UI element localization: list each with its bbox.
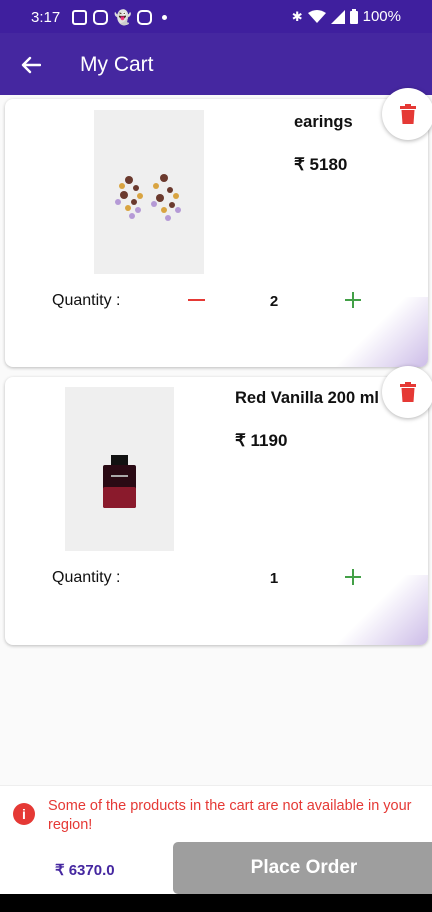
cart-item-card: Red Vanilla 200 ml ₹ 1190 Quantity : 1	[5, 377, 428, 645]
wifi-icon	[307, 9, 326, 23]
trash-icon	[400, 382, 416, 402]
page-title: My Cart	[80, 53, 154, 76]
quantity-value: 1	[269, 570, 279, 587]
trash-icon	[400, 104, 416, 124]
battery-icon	[349, 9, 358, 24]
status-bar: 3:17 👻 ✱ 100%	[0, 0, 432, 33]
checkout-panel: i Some of the products in the cart are n…	[0, 785, 432, 912]
quantity-label: Quantity :	[52, 292, 121, 309]
product-price: ₹ 1190	[235, 431, 288, 450]
system-nav-bar	[0, 894, 432, 912]
perfume-bottle-product-image	[103, 455, 136, 508]
battery-percent: 100%	[362, 8, 401, 25]
signal-icon	[330, 9, 345, 24]
place-order-button[interactable]: Place Order	[173, 842, 432, 894]
minus-icon	[187, 299, 205, 301]
product-image[interactable]	[94, 110, 204, 274]
instagram-icon	[137, 10, 153, 25]
news-icon	[72, 10, 87, 25]
increase-quantity-button[interactable]	[342, 566, 364, 588]
product-image[interactable]	[65, 387, 174, 551]
notification-icons: 👻	[72, 9, 168, 26]
decrease-quantity-button[interactable]	[185, 290, 207, 310]
app-bar: My Cart	[0, 33, 432, 95]
cart-item-card: earings ₹ 5180 Quantity : 2	[5, 99, 428, 367]
bluetooth-icon: ✱	[291, 8, 303, 24]
status-time: 3:17	[31, 9, 61, 26]
product-price: ₹ 5180	[294, 155, 348, 174]
quantity-label: Quantity :	[52, 569, 121, 586]
increase-quantity-button[interactable]	[342, 289, 364, 311]
delete-item-button[interactable]	[382, 366, 432, 418]
cart-total: ₹ 6370.0	[55, 862, 115, 879]
back-button[interactable]	[16, 50, 46, 80]
earrings-product-image	[115, 174, 181, 221]
product-name: Red Vanilla 200 ml	[235, 389, 379, 407]
quantity-value: 2	[269, 293, 279, 310]
snapchat-icon: 👻	[114, 9, 132, 25]
instagram-icon	[93, 10, 108, 25]
info-icon: i	[13, 803, 35, 825]
back-arrow-icon	[21, 56, 41, 74]
product-name: earings	[294, 113, 353, 131]
status-indicators: ✱ 100%	[292, 8, 401, 25]
region-warning: Some of the products in the cart are not…	[48, 798, 412, 833]
more-notifications-dot	[162, 15, 168, 20]
delete-item-button[interactable]	[382, 88, 432, 140]
